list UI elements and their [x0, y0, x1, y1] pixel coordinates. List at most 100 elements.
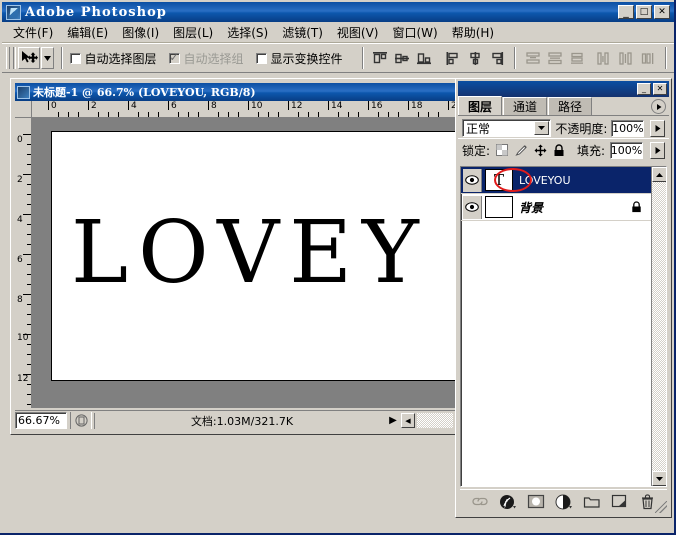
ruler-h-label-4: 4 [131, 102, 137, 110]
opacity-slider-button[interactable] [650, 120, 665, 137]
canvas-page[interactable]: LOVEY [51, 131, 455, 381]
distribute-vertical-centers-button[interactable] [545, 48, 565, 68]
horizontal-scroll-left-button[interactable]: ◀ [401, 413, 415, 428]
menu-layer[interactable]: 图层(L) [166, 22, 220, 43]
link-layers-icon[interactable] [471, 493, 489, 511]
panel-resize-grip[interactable] [655, 501, 667, 513]
scroll-down-button[interactable] [652, 471, 667, 486]
lock-transparent-pixels-icon[interactable] [495, 143, 509, 157]
maximize-button[interactable]: □ [636, 5, 652, 19]
layer-row-background[interactable]: 背景 [461, 194, 666, 221]
show-transform-controls-option[interactable]: 显示变换控件 [256, 50, 343, 67]
panel-tab-strip: 图层 通道 路径 [458, 97, 669, 116]
distribute-bottom-edges-button[interactable] [567, 48, 587, 68]
options-bar-grip-2[interactable] [13, 47, 16, 69]
options-bar: 自动选择图层 自动选择组 显示变换控件 [2, 43, 674, 73]
options-separator-2 [362, 47, 364, 69]
menu-filter[interactable]: 滤镜(T) [275, 22, 330, 43]
opacity-field[interactable]: 100% [611, 120, 644, 137]
distribute-left-edges-button[interactable] [594, 48, 614, 68]
scrollbar-track[interactable] [652, 182, 667, 471]
blend-mode-row: 正常 不透明度: 100% [458, 116, 669, 138]
horizontal-ruler[interactable]: 0 2 4 6 8 [32, 101, 455, 118]
menu-file[interactable]: 文件(F) [6, 22, 60, 43]
layer-mask-icon[interactable] [527, 493, 545, 511]
fill-slider-button[interactable] [650, 142, 665, 159]
menu-edit[interactable]: 编辑(E) [60, 22, 115, 43]
layer-visibility-toggle-background[interactable] [463, 196, 482, 219]
horizontal-scrollbar-track[interactable] [417, 413, 453, 428]
close-icon: ✕ [655, 6, 669, 18]
minimize-button[interactable]: _ [618, 5, 634, 19]
align-top-edges-button[interactable] [371, 48, 391, 68]
layers-list[interactable]: T LOVEYOU 背景 [460, 166, 667, 487]
auto-select-group-label: 自动选择组 [184, 50, 244, 67]
new-layer-icon[interactable] [611, 493, 629, 511]
align-bottom-edges-button[interactable] [415, 48, 435, 68]
canvas-area[interactable]: LOVEY [32, 118, 455, 408]
align-horizontal-centers-button[interactable] [465, 48, 485, 68]
distribute-horizontal-centers-button[interactable] [616, 48, 636, 68]
ruler-v-label-8: 8 [17, 296, 23, 304]
layer-visibility-toggle-text[interactable] [463, 169, 482, 192]
document-title-bar[interactable]: 未标题-1 @ 66.7% (LOVEYOU, RGB/8) [15, 83, 455, 101]
new-adjustment-layer-icon[interactable] [555, 493, 573, 511]
lock-position-icon[interactable] [533, 143, 547, 157]
layer-row-text[interactable]: T LOVEYOU [461, 167, 666, 194]
layers-panel-title-bar[interactable]: _ ✕ [458, 81, 669, 97]
menu-select[interactable]: 选择(S) [220, 22, 275, 43]
ruler-h-label-8: 8 [211, 102, 217, 110]
menu-image[interactable]: 图像(I) [115, 22, 166, 43]
layer-style-icon[interactable]: f [499, 493, 517, 511]
blend-mode-chevron-down-icon[interactable] [534, 121, 549, 135]
panel-close-button[interactable]: ✕ [653, 83, 667, 95]
menu-help[interactable]: 帮助(H) [445, 22, 501, 43]
menu-window[interactable]: 窗口(W) [385, 22, 444, 43]
layers-list-scrollbar[interactable] [651, 167, 666, 486]
status-expand-arrow[interactable]: ▶ [385, 415, 401, 426]
maximize-icon: □ [637, 6, 651, 18]
lock-image-pixels-icon[interactable] [514, 143, 528, 157]
tab-channels[interactable]: 通道 [503, 97, 547, 115]
zoom-level-field[interactable]: 66.67% [15, 412, 67, 429]
vertical-ruler[interactable]: 0 2 4 6 8 [15, 118, 32, 408]
scroll-up-button[interactable] [652, 167, 667, 182]
distribute-bottom-edges-icon [569, 51, 586, 66]
panel-menu-button[interactable] [651, 99, 666, 114]
align-left-edges-button[interactable] [443, 48, 463, 68]
tool-preset-dropdown[interactable] [41, 47, 53, 69]
layer-thumbnail-background[interactable] [485, 196, 513, 218]
show-transform-controls-checkbox[interactable] [256, 53, 267, 64]
lock-all-icon[interactable] [552, 143, 566, 157]
move-tool-icon [20, 50, 38, 66]
align-vertical-centers-button[interactable] [393, 48, 413, 68]
fill-label: 填充: [577, 142, 605, 159]
delete-layer-icon[interactable] [639, 493, 657, 511]
eye-icon [465, 175, 479, 185]
move-tool-button[interactable] [18, 47, 41, 69]
tab-layers[interactable]: 图层 [458, 96, 502, 115]
panel-minimize-button[interactable]: _ [637, 83, 651, 95]
close-button[interactable]: ✕ [654, 5, 670, 19]
distribute-right-edges-button[interactable] [638, 48, 658, 68]
new-group-icon[interactable] [583, 493, 601, 511]
ruler-v-label-10: 10 [17, 334, 25, 342]
options-bar-grip[interactable] [6, 47, 10, 69]
distribute-vertical-group [523, 48, 587, 68]
layer-name-background[interactable]: 背景 [519, 199, 543, 216]
canvas-text-content: LOVEY [71, 210, 429, 296]
red-ellipse-annotation-icon [494, 168, 532, 192]
auto-select-layer-checkbox[interactable] [70, 53, 81, 64]
blend-mode-select[interactable]: 正常 [462, 119, 551, 137]
distribute-top-edges-button[interactable] [523, 48, 543, 68]
menu-view[interactable]: 视图(V) [330, 22, 386, 43]
tab-paths[interactable]: 路径 [548, 97, 592, 115]
options-separator-1 [61, 47, 63, 69]
document-profile-icon[interactable] [70, 412, 92, 429]
distribute-horizontal-centers-icon [618, 51, 635, 66]
align-right-edges-button[interactable] [487, 48, 507, 68]
ruler-corner[interactable] [15, 101, 32, 118]
auto-select-group-checkbox [169, 53, 180, 64]
auto-select-layer-option[interactable]: 自动选择图层 [70, 50, 157, 67]
fill-field[interactable]: 100% [610, 142, 643, 159]
